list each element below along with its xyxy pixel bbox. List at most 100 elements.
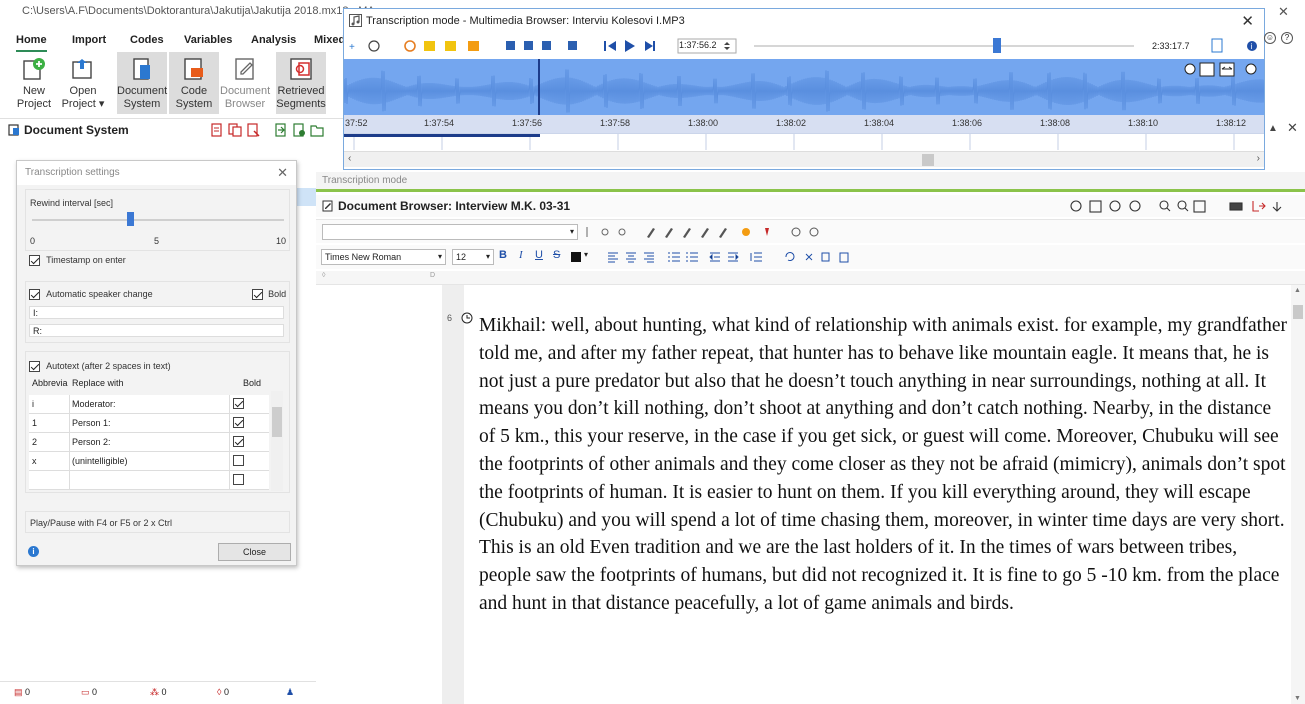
font-select-value: Times New Roman bbox=[325, 252, 402, 262]
help-icon[interactable]: ? bbox=[1281, 32, 1293, 44]
close-button[interactable]: Close bbox=[218, 543, 291, 561]
scroll-left-icon[interactable]: ‹ bbox=[348, 153, 351, 164]
document-folder-icon[interactable] bbox=[310, 123, 324, 137]
close-icon[interactable]: ✕ bbox=[1241, 12, 1254, 30]
speaker1-input[interactable]: I: bbox=[29, 306, 284, 319]
rewind-slider-thumb[interactable] bbox=[127, 212, 134, 226]
codes-icon: ▭ bbox=[81, 687, 90, 697]
table-row[interactable] bbox=[29, 471, 269, 490]
row-bold-checkbox[interactable] bbox=[233, 398, 244, 409]
document-browser-label: Document bbox=[220, 85, 271, 97]
table-scrollbar[interactable] bbox=[271, 391, 283, 491]
waveform-scrollbar[interactable]: ‹ › bbox=[344, 151, 1264, 167]
document-import-icon[interactable] bbox=[274, 123, 288, 137]
position-field[interactable]: 1:37:56.2 bbox=[679, 40, 717, 50]
tab-mixed[interactable]: Mixed bbox=[314, 30, 345, 50]
strikethrough-button[interactable]: S bbox=[553, 249, 560, 261]
bold-speaker-label: Bold bbox=[268, 289, 287, 299]
row-bold-checkbox[interactable] bbox=[233, 436, 244, 447]
open-project-icon bbox=[69, 55, 97, 83]
user-icon[interactable]: ♟ bbox=[286, 687, 294, 698]
table-row[interactable]: i Moderator: bbox=[29, 395, 269, 414]
font-size-select[interactable]: 12 ▾ bbox=[452, 249, 494, 265]
multimedia-toolbar: + i 1:37:56.2 2:33:17.7 bbox=[344, 35, 1264, 57]
timeline-tick-label: 37:52 bbox=[345, 118, 368, 128]
tab-home[interactable]: Home bbox=[16, 30, 47, 52]
timestamp-on-enter-checkbox[interactable] bbox=[29, 254, 40, 266]
document-copy-icon[interactable] bbox=[228, 123, 242, 137]
document-scrollbar-thumb[interactable] bbox=[1293, 305, 1303, 319]
col-abbreviation: Abbrevia bbox=[32, 378, 68, 388]
underline-button[interactable]: U bbox=[535, 249, 543, 261]
table-row[interactable]: 2 Person 2: bbox=[29, 433, 269, 452]
status-codes: ▭ 0 bbox=[81, 687, 98, 697]
scroll-right-icon[interactable]: › bbox=[1257, 153, 1260, 164]
timeline-tick-label: 1:38:08 bbox=[1040, 118, 1071, 128]
document-system-button[interactable]: Document System bbox=[117, 52, 167, 114]
row-abbr: i bbox=[32, 399, 34, 409]
waveform[interactable] bbox=[344, 59, 1264, 123]
retrieved-segments-button[interactable]: Retrieved Segments bbox=[276, 52, 326, 114]
code-system-button[interactable]: Code System bbox=[169, 52, 219, 114]
rewind-slider-track[interactable] bbox=[32, 219, 284, 221]
scrollbar-thumb[interactable] bbox=[922, 154, 934, 166]
open-project-button[interactable]: Open Project ▾ bbox=[58, 52, 108, 114]
paragraph-gutter bbox=[442, 285, 464, 704]
multimedia-title: Transcription mode - Multimedia Browser:… bbox=[366, 15, 685, 27]
collapse-panel-icon[interactable]: ▲ bbox=[1268, 123, 1278, 134]
transcription-mode-label: Transcription mode bbox=[316, 172, 1305, 192]
text-color-dropdown-icon[interactable]: ▾ bbox=[584, 250, 588, 259]
document-new-icon[interactable] bbox=[292, 123, 306, 137]
retrieved-segments-label: Retrieved bbox=[277, 85, 325, 97]
playhead bbox=[538, 59, 540, 123]
font-select[interactable]: Times New Roman ▾ bbox=[321, 249, 446, 265]
waveform-zoom-controls[interactable] bbox=[1182, 62, 1262, 78]
info-icon[interactable]: i bbox=[28, 546, 39, 557]
text-color-button[interactable] bbox=[571, 252, 581, 262]
document-browser-button[interactable]: Document Browser bbox=[220, 52, 270, 114]
close-panel-icon[interactable]: ✕ bbox=[1287, 120, 1298, 136]
new-project-label2: Project bbox=[16, 98, 52, 110]
tab-analysis[interactable]: Analysis bbox=[251, 30, 296, 50]
code-dropdown[interactable]: ▾ bbox=[322, 224, 578, 240]
new-project-button[interactable]: New Project bbox=[9, 52, 59, 114]
document-browser-title: Document Browser: Interview M.K. 03-31 bbox=[338, 199, 571, 213]
document-browser-toolbar[interactable] bbox=[1068, 198, 1304, 214]
transcription-settings-title: Transcription settings bbox=[17, 161, 296, 185]
auto-speaker-checkbox[interactable] bbox=[29, 288, 40, 300]
tab-variables[interactable]: Variables bbox=[184, 30, 232, 50]
bold-speaker-checkbox[interactable] bbox=[252, 288, 263, 300]
row-abbr: 1 bbox=[32, 418, 38, 428]
waveform-segment-ruler[interactable] bbox=[344, 133, 1264, 150]
smiley-icon[interactable]: ☺ bbox=[1264, 32, 1276, 44]
played-segment bbox=[344, 134, 540, 137]
rewind-label: Rewind interval [sec] bbox=[30, 198, 114, 208]
row-bold-checkbox[interactable] bbox=[233, 417, 244, 428]
ruler-marker-left: ◊ bbox=[322, 272, 326, 279]
tab-import[interactable]: Import bbox=[72, 30, 106, 50]
document-filter-icon[interactable] bbox=[246, 123, 260, 137]
table-row[interactable]: 1 Person 1: bbox=[29, 414, 269, 433]
transcript-text[interactable]: Mikhail: well, about hunting, what kind … bbox=[479, 312, 1291, 618]
waveform-timeline[interactable]: 37:52 1:37:54 1:37:56 1:37:58 1:38:00 1:38:02… bbox=[344, 115, 1264, 133]
document-editor[interactable]: 6 Mikhail: well, about hunting, what kin… bbox=[316, 285, 1305, 704]
tab-codes[interactable]: Codes bbox=[130, 30, 164, 50]
document-browser-icon bbox=[231, 55, 259, 83]
timestamp-clock-icon[interactable] bbox=[461, 312, 473, 324]
autotext-checkbox[interactable] bbox=[29, 360, 40, 372]
row-bold-checkbox[interactable] bbox=[233, 455, 244, 466]
document-scrollbar[interactable]: ▲ ▼ bbox=[1291, 285, 1305, 704]
timeline-tick-label: 1:38:10 bbox=[1128, 118, 1159, 128]
document-delete-icon[interactable] bbox=[210, 123, 224, 137]
document-system-label: Document bbox=[117, 85, 168, 97]
speaker2-input[interactable]: R: bbox=[29, 324, 284, 337]
bold-button[interactable]: B bbox=[499, 249, 507, 261]
position-slider-thumb bbox=[993, 38, 1001, 53]
close-icon[interactable]: ✕ bbox=[277, 165, 288, 181]
italic-button[interactable]: I bbox=[519, 249, 523, 261]
table-row[interactable]: x (unintelligible) bbox=[29, 452, 269, 471]
table-scrollbar-thumb[interactable] bbox=[272, 407, 282, 437]
app-close-icon[interactable]: ✕ bbox=[1278, 4, 1289, 20]
timeline-tick-label: 1:38:00 bbox=[688, 118, 719, 128]
row-bold-checkbox[interactable] bbox=[233, 474, 244, 485]
